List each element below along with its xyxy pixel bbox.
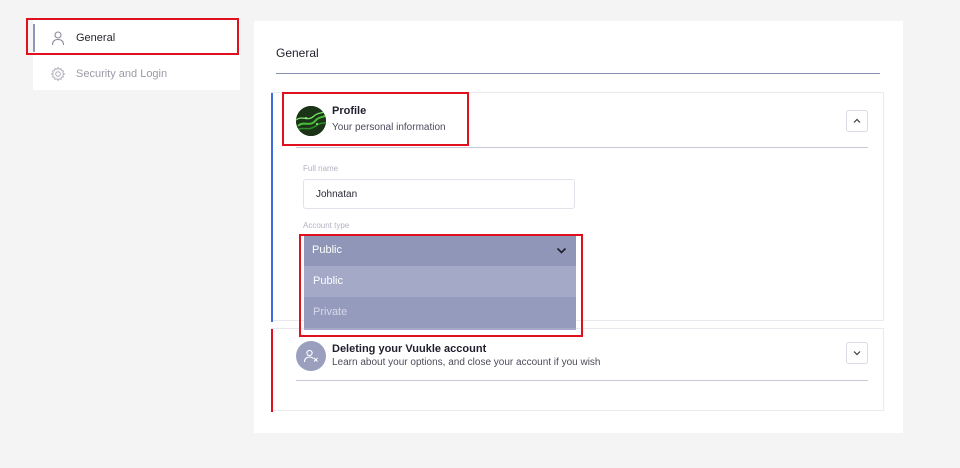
delete-account-card: Deleting your Vuukle account Learn about… [271,328,884,412]
full-name-input[interactable] [303,179,575,209]
account-type-select[interactable]: Public Public Private [304,236,576,330]
account-type-select-header[interactable]: Public [304,236,576,266]
delete-account-divider [296,380,868,381]
profile-accent-bar [271,93,273,322]
delete-account-title: Deleting your Vuukle account [332,343,487,355]
option-label: Private [313,306,348,318]
account-type-label: Account type [303,221,350,230]
sidebar-item-security[interactable]: Security and Login [33,56,240,91]
user-remove-icon [296,341,326,371]
option-label: Public [313,275,343,287]
profile-divider [296,147,868,148]
profile-subtitle: Your personal information [332,122,446,133]
sidebar: General Security and Login [33,20,240,90]
chevron-down-icon [853,351,861,356]
page-title: General [276,46,319,60]
sidebar-item-label: General [76,32,116,44]
full-name-label: Full name [303,164,339,173]
sidebar-item-general[interactable]: General [33,20,240,55]
account-type-option-public[interactable]: Public [304,266,576,297]
gear-icon [50,66,66,82]
avatar [296,106,326,136]
chevron-up-icon [853,118,861,123]
sidebar-item-label: Security and Login [76,68,168,80]
active-indicator [33,24,35,52]
user-icon [51,31,65,46]
account-type-selected-value: Public [312,244,342,256]
account-type-option-private[interactable]: Private [304,297,576,328]
chevron-down-icon [556,247,567,254]
delete-account-subtitle: Learn about your options, and close your… [332,357,601,368]
profile-collapse-button[interactable] [846,110,868,132]
delete-accent-bar [271,329,273,412]
main-panel: General Profile Your personal informatio… [254,21,903,433]
title-divider [276,73,880,74]
avatar-image [296,106,326,136]
delete-account-expand-button[interactable] [846,342,868,364]
profile-title: Profile [332,105,367,117]
